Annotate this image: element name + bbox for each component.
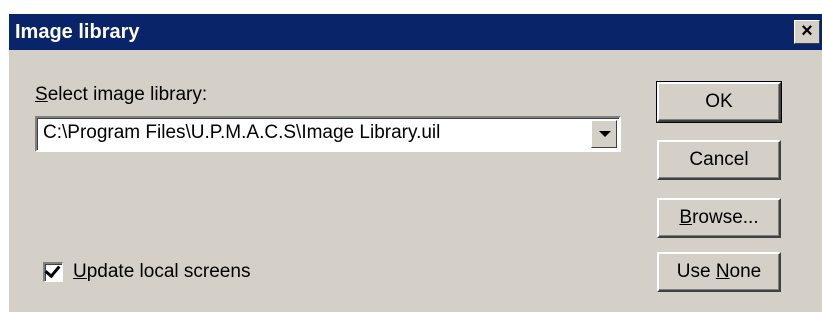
dropdown-button[interactable] [591,120,617,148]
image-library-dialog: Image library × Select image library: C:… [7,12,822,312]
image-library-combobox[interactable]: C:\Program Files\U.P.M.A.C.S\Image Libra… [35,116,621,152]
title-bar[interactable]: Image library × [9,14,822,50]
update-local-screens-label[interactable]: Update local screens [73,261,250,283]
chevron-down-icon [599,131,611,137]
browse-button[interactable]: Browse... [657,198,781,238]
update-local-screens-checkbox[interactable] [43,261,63,282]
ok-button[interactable]: OK [656,81,782,123]
close-icon: × [801,20,813,42]
close-button[interactable]: × [794,20,820,44]
checkmark-icon [44,261,61,279]
cancel-button[interactable]: Cancel [657,140,781,180]
select-library-label: Select image library: [35,84,208,105]
image-library-path: C:\Program Files\U.P.M.A.C.S\Image Libra… [43,122,441,143]
window-title: Image library [15,21,140,43]
use-none-button[interactable]: Use None [657,252,781,292]
